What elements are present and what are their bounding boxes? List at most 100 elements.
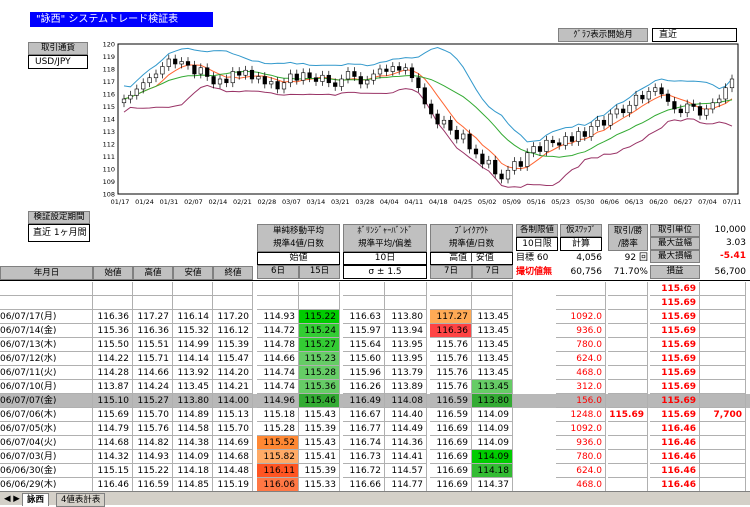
indicator-headers: 単純移動平均 規準4値/日数 始値 6日 15日 ﾎﾞﾘﾝｼﾞｬｰﾊﾞﾝﾄﾞ 規… bbox=[257, 224, 513, 280]
cell-bl: 113.80 bbox=[385, 310, 427, 324]
page-title: "詠西" システムトレード検証表 bbox=[30, 12, 213, 27]
cell-s6: 114.96 bbox=[257, 394, 299, 408]
breakout-basis[interactable]: 高值 | 安值 bbox=[430, 252, 513, 265]
cell-sw: 624.0 bbox=[556, 352, 606, 366]
max-gain-value: 3.03 bbox=[725, 238, 746, 248]
cell-h: 115.27 bbox=[133, 394, 173, 408]
period-select[interactable]: 直近 1ヶ月間 bbox=[28, 224, 90, 242]
col-high: 高値 bbox=[133, 266, 173, 280]
cell-e2: 115.69 bbox=[650, 338, 700, 352]
cell-sw bbox=[556, 296, 606, 310]
currency-select[interactable]: USD/JPY bbox=[28, 55, 88, 69]
candle-body bbox=[633, 94, 639, 106]
cell-pl bbox=[700, 464, 746, 478]
cell-l: 113.45 bbox=[173, 380, 213, 394]
candle-body bbox=[160, 66, 165, 75]
cell-bh: 115.64 bbox=[343, 338, 385, 352]
cell-k7: 116.69 bbox=[430, 464, 472, 478]
cell-l: 113.92 bbox=[173, 366, 213, 380]
cell-pl bbox=[700, 394, 746, 408]
limit-days[interactable]: 10日限 bbox=[516, 237, 558, 251]
cell-pl bbox=[700, 324, 746, 338]
x-tick-label: 06/06 bbox=[600, 198, 619, 206]
y-tick-label: 120 bbox=[103, 41, 115, 49]
cell-bl: 113.89 bbox=[385, 380, 427, 394]
cell-c: 117.20 bbox=[213, 310, 253, 324]
tab-eisai[interactable]: 詠西 bbox=[22, 493, 50, 506]
cell-pl bbox=[700, 478, 746, 492]
max-loss-value: -5.41 bbox=[720, 251, 746, 261]
col-close: 終値 bbox=[213, 266, 253, 280]
candle-body bbox=[153, 73, 159, 79]
cell-s6: 115.18 bbox=[257, 408, 299, 422]
cell-o: 115.69 bbox=[93, 408, 133, 422]
candle-body bbox=[243, 69, 248, 76]
cell-k7 bbox=[430, 296, 472, 310]
cell-sw: 312.0 bbox=[556, 380, 606, 394]
x-tick-label: 01/31 bbox=[160, 198, 179, 206]
cell-l: 114.09 bbox=[173, 450, 213, 464]
candle-body bbox=[313, 77, 319, 82]
bb-sigma[interactable]: σ ± 1.5 bbox=[343, 265, 427, 279]
cell-date: 06/07/03(月) bbox=[0, 450, 93, 464]
cell-bl: 113.94 bbox=[385, 324, 427, 338]
table-row: 115.69 bbox=[0, 282, 750, 296]
cell-h: 114.24 bbox=[133, 380, 173, 394]
cell-l: 114.89 bbox=[173, 408, 213, 422]
cell-k7b: 113.45 bbox=[472, 310, 513, 324]
cell-s15: 115.27 bbox=[299, 338, 340, 352]
table-row: 06/07/10(月) 113.87 114.24 113.45 114.21 114.7… bbox=[0, 380, 750, 394]
cell-k7: 116.59 bbox=[430, 408, 472, 422]
candle-body bbox=[595, 119, 600, 127]
cell-sw: 156.0 bbox=[556, 394, 606, 408]
cell-e1 bbox=[608, 324, 648, 338]
candle-body bbox=[582, 131, 587, 137]
cell-o: 113.87 bbox=[93, 380, 133, 394]
cell-s6: 116.11 bbox=[257, 464, 299, 478]
candle-body bbox=[704, 108, 709, 116]
swap-mode[interactable]: 計算 bbox=[560, 237, 602, 251]
cell-date: 06/07/11(火) bbox=[0, 366, 93, 380]
cell-pl: 7,700 bbox=[700, 408, 746, 422]
x-tick-label: 03/21 bbox=[331, 198, 350, 206]
x-tick-label: 04/04 bbox=[380, 198, 399, 206]
bb-period[interactable]: 10日 bbox=[343, 252, 427, 265]
candle-body bbox=[403, 67, 408, 71]
cell-l: 114.85 bbox=[173, 478, 213, 492]
candle-body bbox=[435, 113, 440, 125]
candle-body bbox=[185, 61, 191, 66]
cell-s15: 115.39 bbox=[299, 422, 340, 436]
swap-total: 60,756 bbox=[570, 267, 603, 277]
cell-bh: 115.60 bbox=[343, 352, 385, 366]
candle-body bbox=[326, 74, 331, 84]
cell-e2: 115.69 bbox=[650, 282, 700, 296]
cell-sw bbox=[556, 282, 606, 296]
trade-count-unit: 回 bbox=[638, 253, 648, 263]
max-gain-label: 最大益幅 bbox=[650, 237, 700, 250]
cell-pl bbox=[700, 366, 746, 380]
cell-date bbox=[0, 282, 93, 296]
sma-6-header: 6日 bbox=[257, 265, 299, 279]
y-tick-label: 109 bbox=[103, 178, 115, 186]
cell-o: 116.36 bbox=[93, 310, 133, 324]
sma-basis[interactable]: 始値 bbox=[257, 252, 340, 265]
cell-k7: 115.76 bbox=[430, 380, 472, 394]
cell-k7: 117.27 bbox=[430, 310, 472, 324]
candle-body bbox=[627, 104, 632, 114]
cell-e2: 115.69 bbox=[650, 366, 700, 380]
trade-count: 92 回 bbox=[608, 251, 648, 265]
winrate-label: /勝率 bbox=[618, 239, 638, 249]
y-tick-label: 119 bbox=[103, 53, 115, 61]
cell-o: 115.10 bbox=[93, 394, 133, 408]
candle-body bbox=[576, 131, 581, 142]
candle-body bbox=[691, 103, 696, 107]
candle-body bbox=[352, 71, 357, 77]
cell-s15: 115.43 bbox=[299, 408, 340, 422]
candle-body bbox=[345, 71, 351, 80]
candle-body bbox=[640, 94, 645, 100]
cell-bh: 116.63 bbox=[343, 310, 385, 324]
candle-body bbox=[262, 76, 267, 85]
tab-scroll-icon[interactable]: ◀ ▶ bbox=[0, 493, 24, 505]
cell-h: 115.22 bbox=[133, 464, 173, 478]
cell-e1 bbox=[608, 464, 648, 478]
